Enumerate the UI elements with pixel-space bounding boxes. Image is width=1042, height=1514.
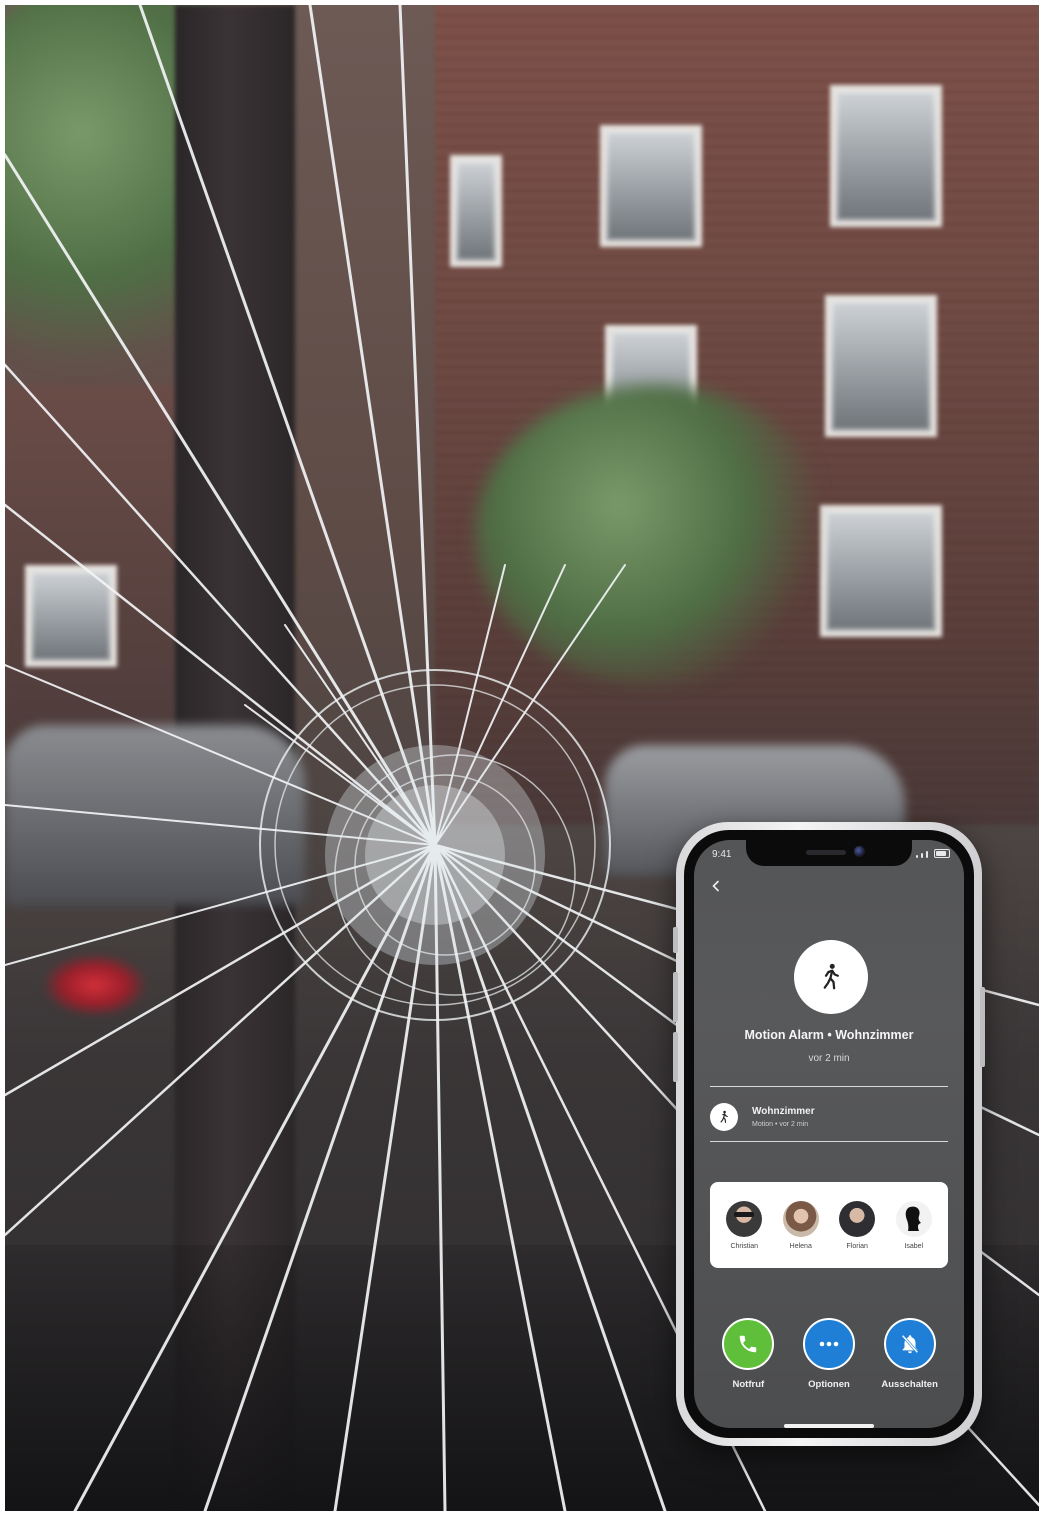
alarm-icon-badge [794, 940, 868, 1014]
action-label: Ausschalten [881, 1379, 938, 1390]
home-indicator[interactable] [784, 1424, 874, 1428]
more-icon [819, 1341, 839, 1347]
phone-notch [746, 840, 912, 866]
event-title: Wohnzimmer [752, 1106, 815, 1117]
avatar [726, 1200, 763, 1237]
contact-name: Christian [730, 1242, 759, 1250]
action-circle [883, 1318, 936, 1370]
event-icon-badge [710, 1103, 738, 1131]
contact-name: Helena [789, 1242, 812, 1250]
contacts-card: Christian Helena Florian Isabel [710, 1182, 948, 1268]
signal-icon [921, 853, 923, 858]
event-row[interactable]: Wohnzimmer Motion • vor 2 min [710, 1093, 948, 1141]
divider [710, 1141, 948, 1142]
options-button[interactable]: Optionen [791, 1318, 867, 1390]
turn-off-button[interactable]: Ausschalten [872, 1318, 948, 1390]
avatar [895, 1200, 932, 1237]
silhouette-icon [905, 1206, 921, 1231]
walking-person-icon [823, 963, 839, 990]
action-circle [802, 1318, 855, 1370]
mute-switch [673, 927, 678, 953]
volume-up-button [673, 972, 678, 1022]
alarm-title: Motion Alarm • Wohnzimmer [744, 1028, 914, 1042]
back-button[interactable] [710, 880, 726, 896]
walking-person-icon [720, 1110, 728, 1123]
phone-icon [740, 1335, 757, 1353]
smartphone-mockup: 9:41 Motion Alarm • Wohnzimmer vor 2 min… [673, 822, 985, 1446]
bell-off-icon [901, 1334, 919, 1354]
status-icons [916, 849, 950, 858]
speaker-grille [806, 850, 846, 855]
phone-bezel: 9:41 Motion Alarm • Wohnzimmer vor 2 min… [684, 830, 974, 1438]
emergency-call-button[interactable]: Notfruf [710, 1318, 786, 1390]
signal-icon [926, 851, 928, 858]
event-text: Wohnzimmer Motion • vor 2 min [752, 1106, 815, 1128]
contact-isabel[interactable]: Isabel [895, 1200, 932, 1250]
app-screen: 9:41 Motion Alarm • Wohnzimmer vor 2 min… [694, 840, 964, 1428]
contact-name: Florian [846, 1242, 868, 1250]
action-label: Notfruf [732, 1379, 765, 1390]
action-bar: Notfruf Optionen Ausschalten [708, 1318, 950, 1390]
avatar [839, 1200, 876, 1237]
action-label: Optionen [808, 1379, 850, 1390]
status-time: 9:41 [712, 849, 732, 860]
action-circle [722, 1318, 775, 1370]
contact-helena[interactable]: Helena [782, 1200, 819, 1250]
battery-icon [934, 849, 950, 858]
avatar [782, 1200, 819, 1237]
contact-florian[interactable]: Florian [839, 1200, 876, 1250]
alarm-time: vor 2 min [808, 1053, 850, 1064]
event-subtitle: Motion • vor 2 min [752, 1121, 809, 1128]
contact-name: Isabel [904, 1242, 924, 1250]
power-button [980, 987, 985, 1067]
signal-icon [916, 855, 918, 858]
contact-christian[interactable]: Christian [726, 1200, 763, 1250]
volume-down-button [673, 1032, 678, 1082]
front-camera [854, 846, 865, 857]
divider [710, 1086, 948, 1087]
chevron-left-icon [712, 880, 719, 892]
